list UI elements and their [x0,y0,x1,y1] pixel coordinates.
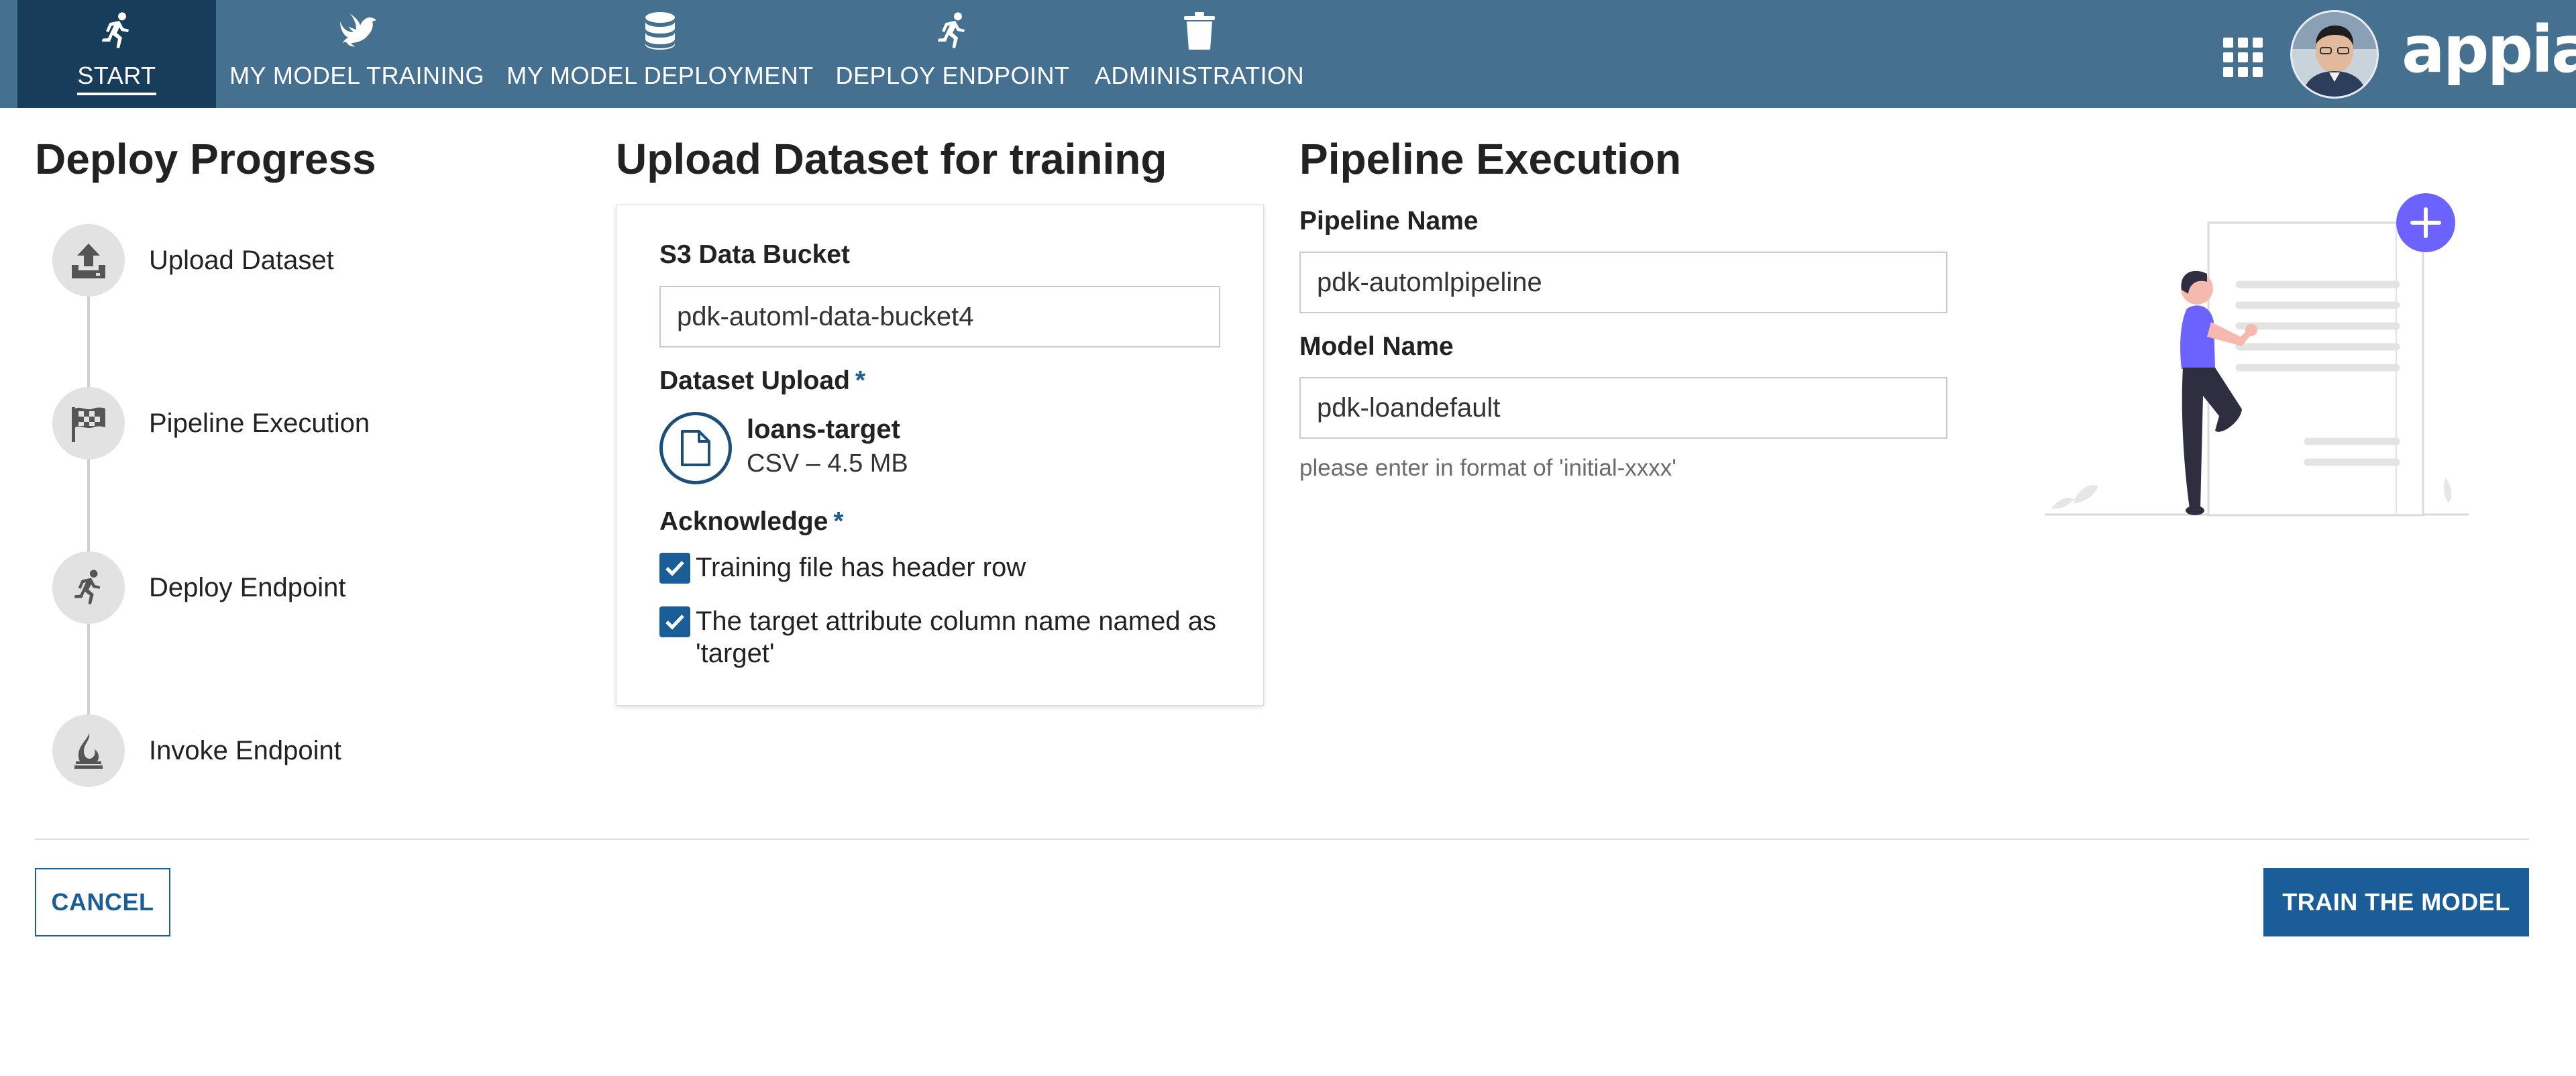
running-person-icon [932,11,973,51]
step-pipeline-execution: Pipeline Execution [52,387,370,460]
model-name-label: Model Name [1299,332,1454,361]
step-upload-dataset: Upload Dataset [52,224,334,297]
target-column-checkbox[interactable] [659,606,690,637]
train-the-model-button[interactable]: TRAIN THE MODEL [2263,868,2529,936]
step-label: Deploy Endpoint [149,572,346,602]
dataset-upload-label-text: Dataset Upload [659,366,850,395]
pipeline-name-label: Pipeline Name [1299,207,1479,235]
woman-with-document-illustration [2039,188,2469,523]
check-icon [665,561,684,576]
database-icon [640,11,680,51]
step-deploy-endpoint: Deploy Endpoint [52,551,346,624]
header-row-checkbox-label[interactable]: Training file has header row [696,551,1219,584]
tab-deploy-endpoint[interactable]: DEPLOY ENDPOINT [835,0,1070,108]
tab-start[interactable]: START [17,0,216,108]
pipeline-name-input[interactable]: pdk-automlpipeline [1299,252,1947,313]
upload-dataset-title: Upload Dataset for training [616,135,1167,183]
required-marker: * [855,366,866,395]
step-label: Upload Dataset [149,245,334,275]
s3-bucket-input[interactable]: pdk-automl-data-bucket4 [659,286,1220,347]
cancel-button[interactable]: CANCEL [35,868,170,936]
footer-divider [35,839,2529,840]
step-label: Pipeline Execution [149,408,370,438]
tab-my-model-deployment[interactable]: MY MODEL DEPLOYMENT [506,0,813,108]
trash-icon [1179,11,1220,51]
upload-icon [52,224,125,297]
tab-my-model-training[interactable]: MY MODEL TRAINING [229,0,484,108]
required-marker: * [833,507,844,536]
tab-administration[interactable]: ADMINISTRATION [1092,0,1307,108]
check-icon [665,614,684,630]
user-avatar[interactable] [2290,10,2379,99]
step-invoke-endpoint: Invoke Endpoint [52,714,341,787]
checkered-flag-icon [52,387,125,460]
upload-dataset-card: S3 Data Bucket pdk-automl-data-bucket4 D… [616,205,1264,706]
model-name-input[interactable]: pdk-loandefault [1299,377,1947,439]
s3-bucket-label: S3 Data Bucket [659,240,850,269]
fire-icon [52,714,125,787]
acknowledge-label: Acknowledge * [659,507,844,537]
running-person-icon [97,11,137,51]
tab-my-model-training-label: MY MODEL TRAINING [229,62,484,89]
tab-deploy-endpoint-label: DEPLOY ENDPOINT [835,62,1070,89]
step-label: Invoke Endpoint [149,735,341,765]
tab-my-model-deployment-label: MY MODEL DEPLOYMENT [506,62,814,89]
running-person-icon [52,551,125,624]
tab-administration-label: ADMINISTRATION [1094,62,1305,89]
deploy-progress-title: Deploy Progress [35,135,376,183]
target-column-checkbox-label[interactable]: The target attribute column name named a… [696,605,1232,669]
file-icon[interactable] [659,412,732,484]
dove-icon [337,11,377,51]
acknowledge-label-text: Acknowledge [659,507,828,536]
dataset-upload-label: Dataset Upload * [659,366,865,396]
grid-icon[interactable] [2223,38,2263,78]
top-navigation-bar: START MY MODEL TRAINING MY MODEL DEPLOYM… [0,0,2576,108]
header-row-checkbox[interactable] [659,553,690,584]
tab-start-label: START [77,62,156,95]
progress-connector-line [87,295,90,738]
pipeline-execution-title: Pipeline Execution [1299,135,1682,183]
model-name-hint: please enter in format of 'initial-xxxx' [1299,455,1676,481]
uploaded-file-meta: CSV – 4.5 MB [747,449,908,478]
appian-logo: appian [2402,12,2576,87]
uploaded-file-name[interactable]: loans-target [747,415,900,445]
